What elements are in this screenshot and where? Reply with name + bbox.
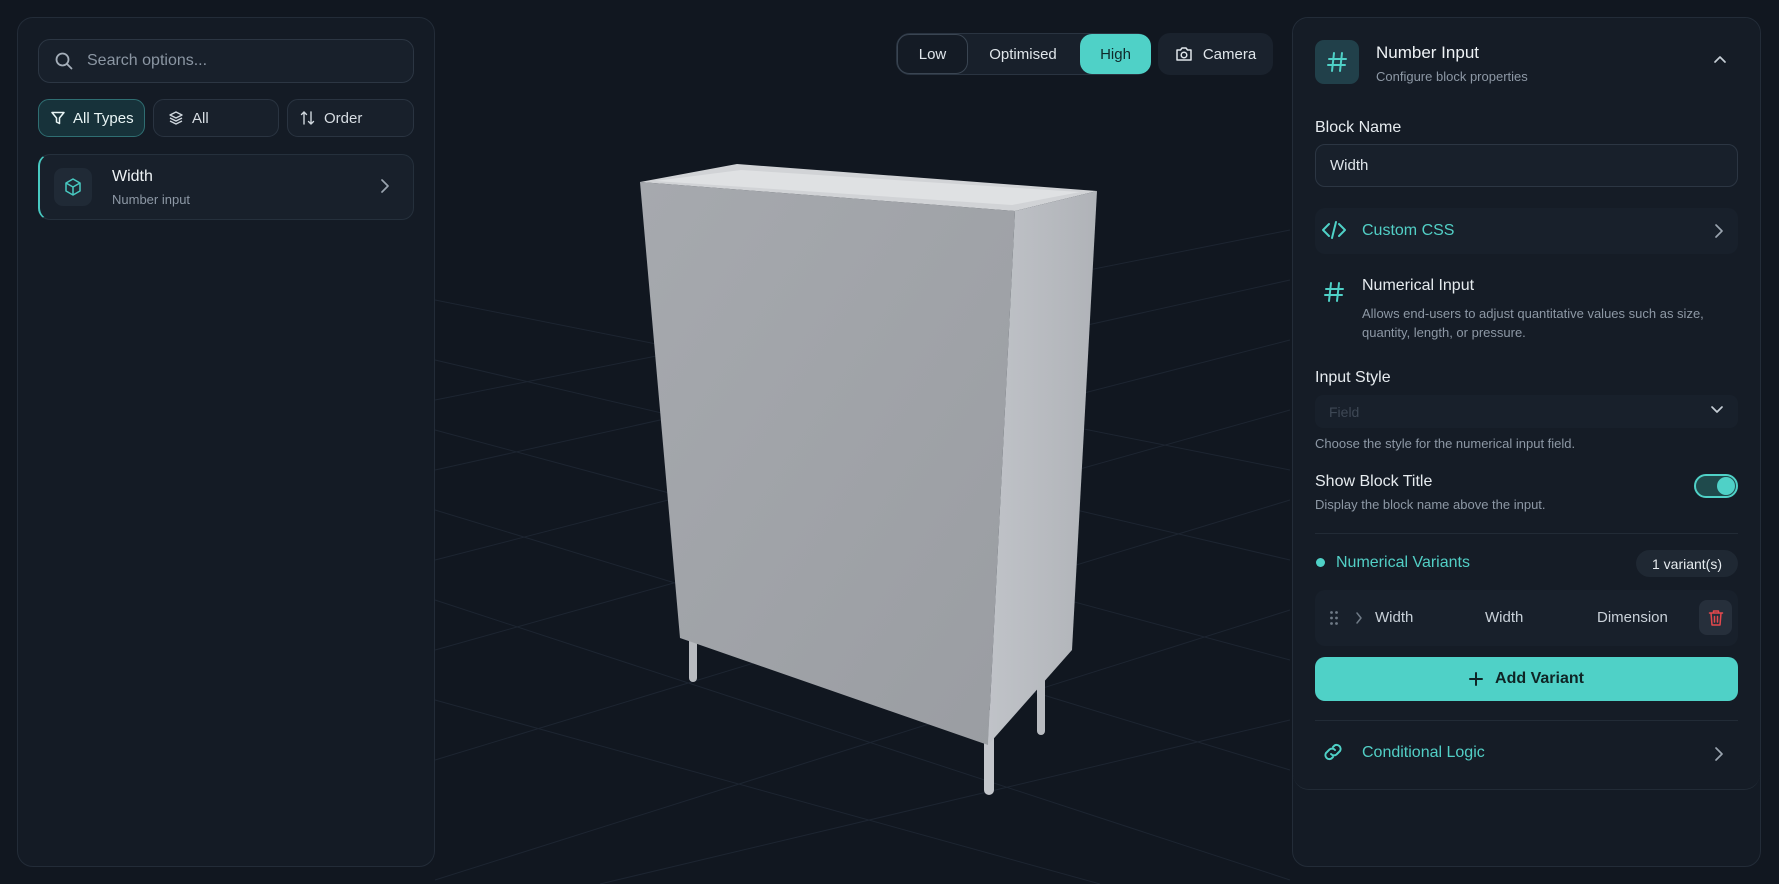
variants-title: Numerical Variants [1336, 554, 1470, 571]
block-name-label: Block Name [1315, 119, 1402, 136]
variant-name: Width [1375, 609, 1414, 626]
list-item[interactable]: Width Number input [38, 154, 414, 220]
plus-icon [1469, 672, 1484, 686]
toggle-knob [1717, 477, 1735, 495]
properties-panel: Number Input Configure block properties … [1292, 17, 1761, 867]
properties-card: Number Input Configure block properties … [1293, 18, 1760, 790]
quality-high-button[interactable]: High [1080, 34, 1151, 74]
divider [1315, 720, 1738, 721]
input-style-value: Field [1329, 403, 1360, 420]
input-style-select[interactable]: Field [1315, 395, 1738, 428]
cabinet-model [640, 164, 1097, 795]
panel-title: Number Input [1376, 43, 1479, 62]
sort-icon [300, 111, 315, 125]
divider [1315, 533, 1738, 534]
input-style-label: Input Style [1315, 369, 1391, 386]
filter-order-label: Order [324, 109, 363, 127]
chevron-up-icon[interactable] [1713, 54, 1727, 64]
drag-handle-icon[interactable] [1329, 610, 1339, 626]
trash-icon [1708, 609, 1723, 626]
block-name-input[interactable] [1315, 144, 1738, 187]
hash-icon [1324, 282, 1344, 302]
panel-subtitle: Configure block properties [1376, 69, 1528, 84]
quality-low-button[interactable]: Low [897, 34, 968, 74]
table-row[interactable]: Width Width Dimension [1315, 590, 1738, 646]
add-variant-label: Add Variant [1495, 670, 1584, 687]
variant-type: Dimension [1597, 609, 1668, 626]
chevron-right-icon [1715, 224, 1723, 238]
search-box[interactable] [38, 39, 414, 83]
show-title-toggle[interactable] [1694, 474, 1738, 498]
chevron-right-icon [1715, 747, 1723, 761]
list-item-subtitle: Number input [112, 191, 191, 207]
custom-css-label: Custom CSS [1362, 222, 1455, 239]
funnel-icon [51, 111, 65, 125]
search-icon [55, 52, 73, 70]
variants-count-badge: 1 variant(s) [1636, 550, 1738, 577]
quality-optimised-button[interactable]: Optimised [973, 34, 1073, 74]
filter-all-button[interactable]: All [153, 99, 279, 137]
conditional-logic-label: Conditional Logic [1362, 744, 1485, 761]
input-style-hint: Choose the style for the numerical input… [1315, 436, 1576, 451]
hash-icon [1315, 40, 1359, 84]
add-variant-button[interactable]: Add Variant [1315, 657, 1738, 701]
code-icon [1322, 221, 1346, 239]
show-title-label: Show Block Title [1315, 473, 1433, 490]
filter-all-label: All [192, 109, 209, 127]
list-item-title: Width [112, 167, 153, 185]
link-icon [1324, 743, 1342, 761]
info-description: Allows end-users to adjust quantitative … [1362, 306, 1704, 340]
camera-button[interactable]: Camera [1158, 33, 1273, 75]
search-input[interactable] [87, 52, 387, 70]
delete-variant-button[interactable] [1699, 600, 1732, 635]
chevron-right-icon[interactable] [1355, 611, 1363, 625]
blocks-sidebar: All Types All Order Width [17, 17, 435, 867]
chevron-down-icon [1711, 406, 1723, 413]
layers-icon [169, 111, 183, 125]
cube-icon [54, 168, 92, 206]
filter-all-types-button[interactable]: All Types [38, 99, 145, 137]
camera-icon [1176, 47, 1192, 61]
filter-row: All Types All Order [38, 99, 414, 137]
show-title-hint: Display the block name above the input. [1315, 497, 1546, 512]
variant-label: Width [1485, 609, 1524, 626]
status-dot [1316, 558, 1325, 567]
conditional-logic-row[interactable]: Conditional Logic [1315, 733, 1738, 773]
chevron-right-icon [381, 179, 389, 193]
filter-order-button[interactable]: Order [287, 99, 414, 137]
filter-all-types-label: All Types [73, 109, 134, 127]
camera-label: Camera [1202, 45, 1257, 63]
quality-selector: Low Optimised High [896, 33, 1151, 75]
custom-css-row[interactable]: Custom CSS [1315, 208, 1738, 254]
info-title: Numerical Input [1362, 277, 1475, 294]
